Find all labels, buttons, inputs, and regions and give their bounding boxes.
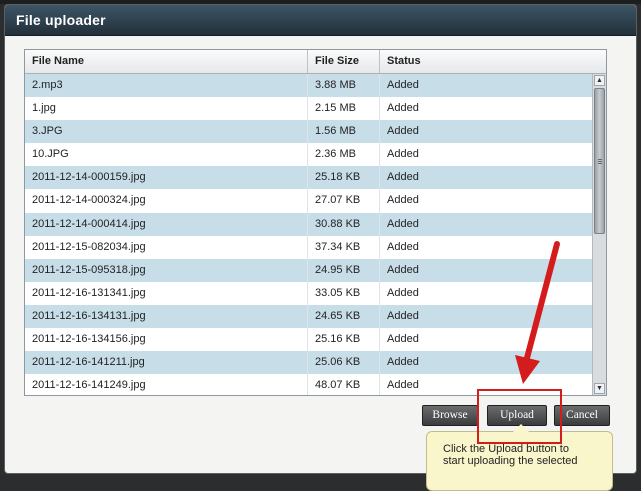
- annotation-arrow-icon: [515, 241, 560, 384]
